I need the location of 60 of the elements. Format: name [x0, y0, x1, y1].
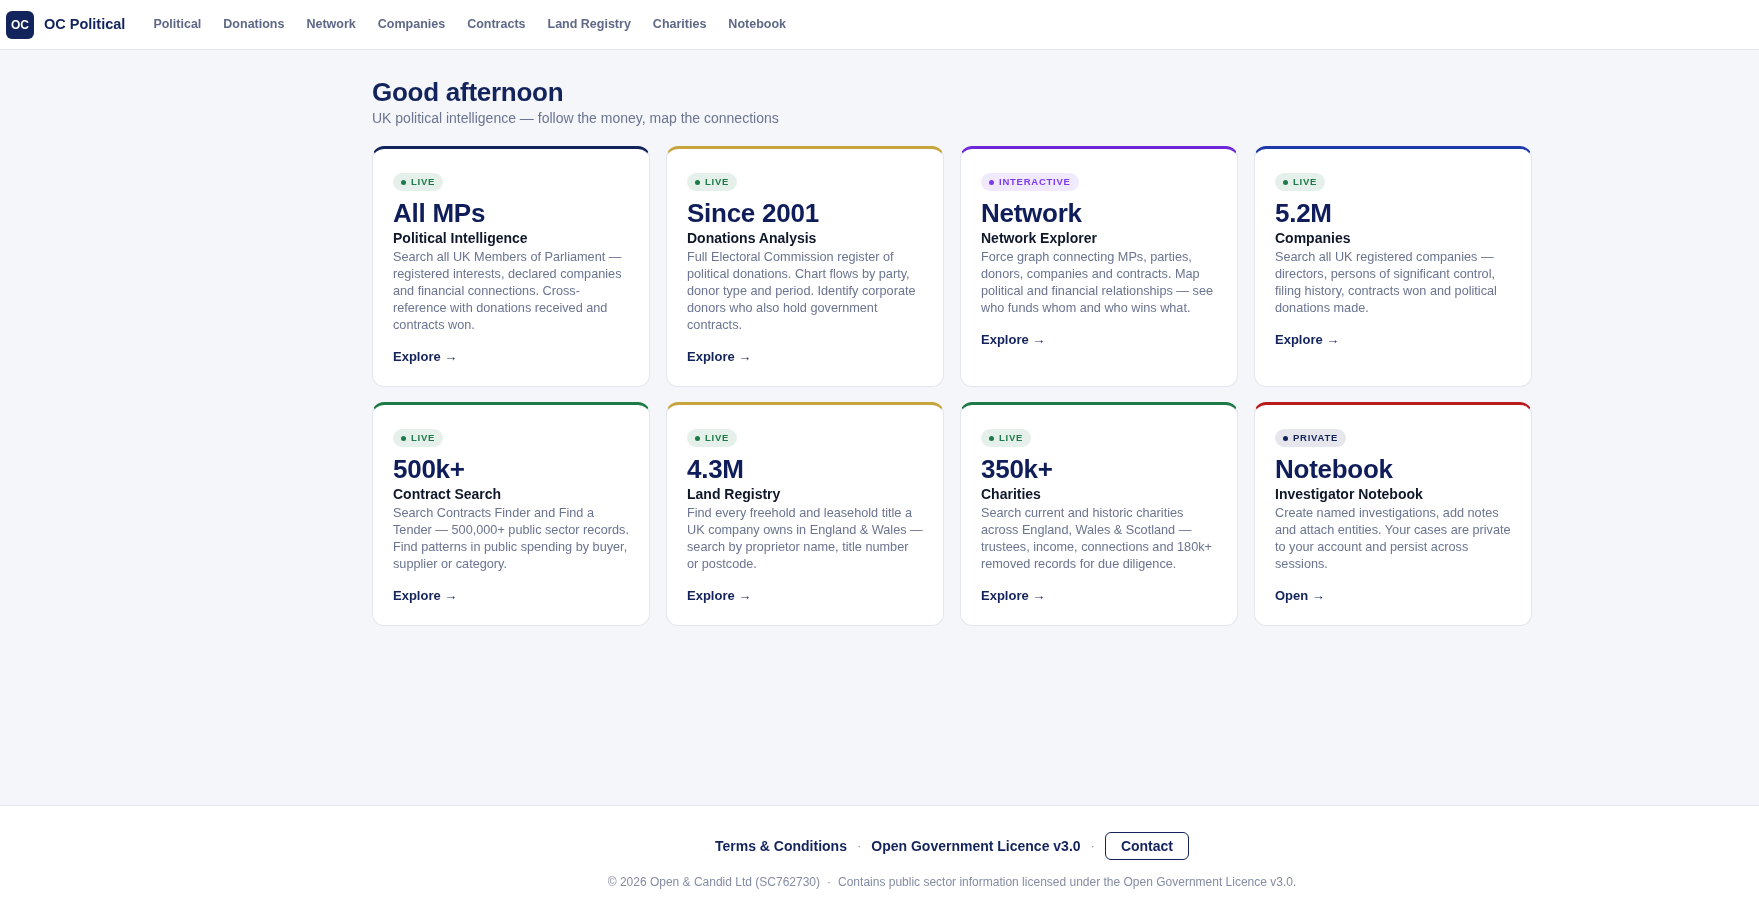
badge-label: PRIVATE	[1293, 433, 1339, 443]
card-stat: Since 2001	[687, 197, 819, 229]
badge-label: LIVE	[411, 177, 436, 187]
card-title: Contract Search	[393, 485, 502, 503]
card-description: Find every freehold and leasehold title a UK company owns in England & Wales — search by proprietor name, title number or postcode.	[687, 505, 923, 573]
card-stat: 5.2M	[1275, 197, 1332, 229]
card-description: Search all UK registered companies — directors, persons of significant control, filing history, contracts won and political donations made.	[1275, 249, 1498, 317]
copyright-text: © 2026 Open & Candid Ltd (SC762730)	[607, 874, 821, 891]
greeting-subtitle: UK political intelligence — follow the money, map the connections	[372, 109, 780, 128]
card-stat: All MPs	[393, 197, 486, 229]
badge-label: LIVE	[411, 433, 436, 443]
nav-link[interactable]: Charities	[652, 15, 707, 34]
card-description: Search current and historic charities across England, Wales & Scotland — trustees, income, connections and 180k+ removed records for due diligence.	[981, 505, 1213, 573]
card-description: Force graph connecting MPs, parties, donors, companies and contracts. Map political and financial relationships — see who funds whom and who wins what.	[981, 249, 1215, 317]
card-stat: 350k+	[981, 453, 1053, 485]
separator-dot: ·	[1090, 837, 1095, 856]
brand-name[interactable]: OC Political	[44, 13, 126, 36]
card-title: Political Intelligence	[393, 229, 528, 247]
card-title: Charities	[981, 485, 1041, 503]
footer-link[interactable]: Open Government Licence v3.0	[871, 835, 1081, 857]
card-title: Companies	[1275, 229, 1351, 247]
badge-label: LIVE	[705, 433, 730, 443]
badge-label: LIVE	[999, 433, 1024, 443]
badge-label: LIVE	[705, 177, 730, 187]
badge-label: INTERACTIVE	[999, 177, 1071, 187]
licence-notice: Contains public sector information licensed under the Open Government Licence v3.0.	[838, 874, 1297, 891]
explore-link[interactable]: Open →	[1275, 587, 1325, 605]
card-description: Create named investigations, add notes and attach entities. Your cases are private to your account and persist across sessions.	[1275, 505, 1511, 573]
greeting-title: Good afternoon	[372, 76, 565, 108]
explore-link[interactable]: Explore →	[981, 331, 1046, 349]
explore-link[interactable]: Explore →	[393, 587, 458, 605]
nav-link[interactable]: Land Registry	[547, 15, 631, 34]
explore-link[interactable]: Explore →	[1275, 331, 1340, 349]
nav-link[interactable]: Political	[153, 15, 202, 34]
logo-tile[interactable]: OC	[6, 10, 34, 39]
explore-link[interactable]: Explore →	[687, 348, 752, 366]
contact-button[interactable]: Contact	[1104, 832, 1190, 860]
separator-dot: ·	[856, 837, 862, 856]
card-stat: 500k+	[393, 453, 465, 485]
nav-link[interactable]: Contracts	[467, 15, 526, 34]
card-stat: Notebook	[1275, 453, 1393, 485]
footer-link[interactable]: Terms & Conditions	[714, 835, 847, 857]
nav-link[interactable]: Network	[306, 15, 356, 34]
card-stat: Network	[981, 197, 1082, 229]
nav-link[interactable]: Companies	[377, 15, 446, 34]
nav-link[interactable]: Donations	[223, 15, 285, 34]
separator-dot: ·	[827, 874, 832, 891]
badge-label: LIVE	[1293, 177, 1318, 187]
card-title: Land Registry	[687, 485, 781, 503]
explore-link[interactable]: Explore →	[393, 348, 458, 366]
card-title: Donations Analysis	[687, 229, 817, 247]
explore-link[interactable]: Explore →	[687, 587, 752, 605]
card-title: Network Explorer	[981, 229, 1097, 247]
nav-link[interactable]: Notebook	[728, 15, 786, 34]
explore-link[interactable]: Explore →	[981, 587, 1046, 605]
card-stat: 4.3M	[687, 453, 744, 485]
card-description: Search Contracts Finder and Find a Tender — 500,000+ public sector records. Find patterns in public spending by buyer, supplier or category.	[393, 505, 629, 573]
card-description: Search all UK Members of Parliament — registered interests, declared companies and financial connections. Cross-reference with donations received and contracts won.	[393, 249, 623, 334]
card-description: Full Electoral Commission register of political donations. Chart flows by party, donor type and period. Identify corporate donors who also hold government contracts.	[687, 249, 917, 334]
card-title: Investigator Notebook	[1275, 485, 1423, 503]
